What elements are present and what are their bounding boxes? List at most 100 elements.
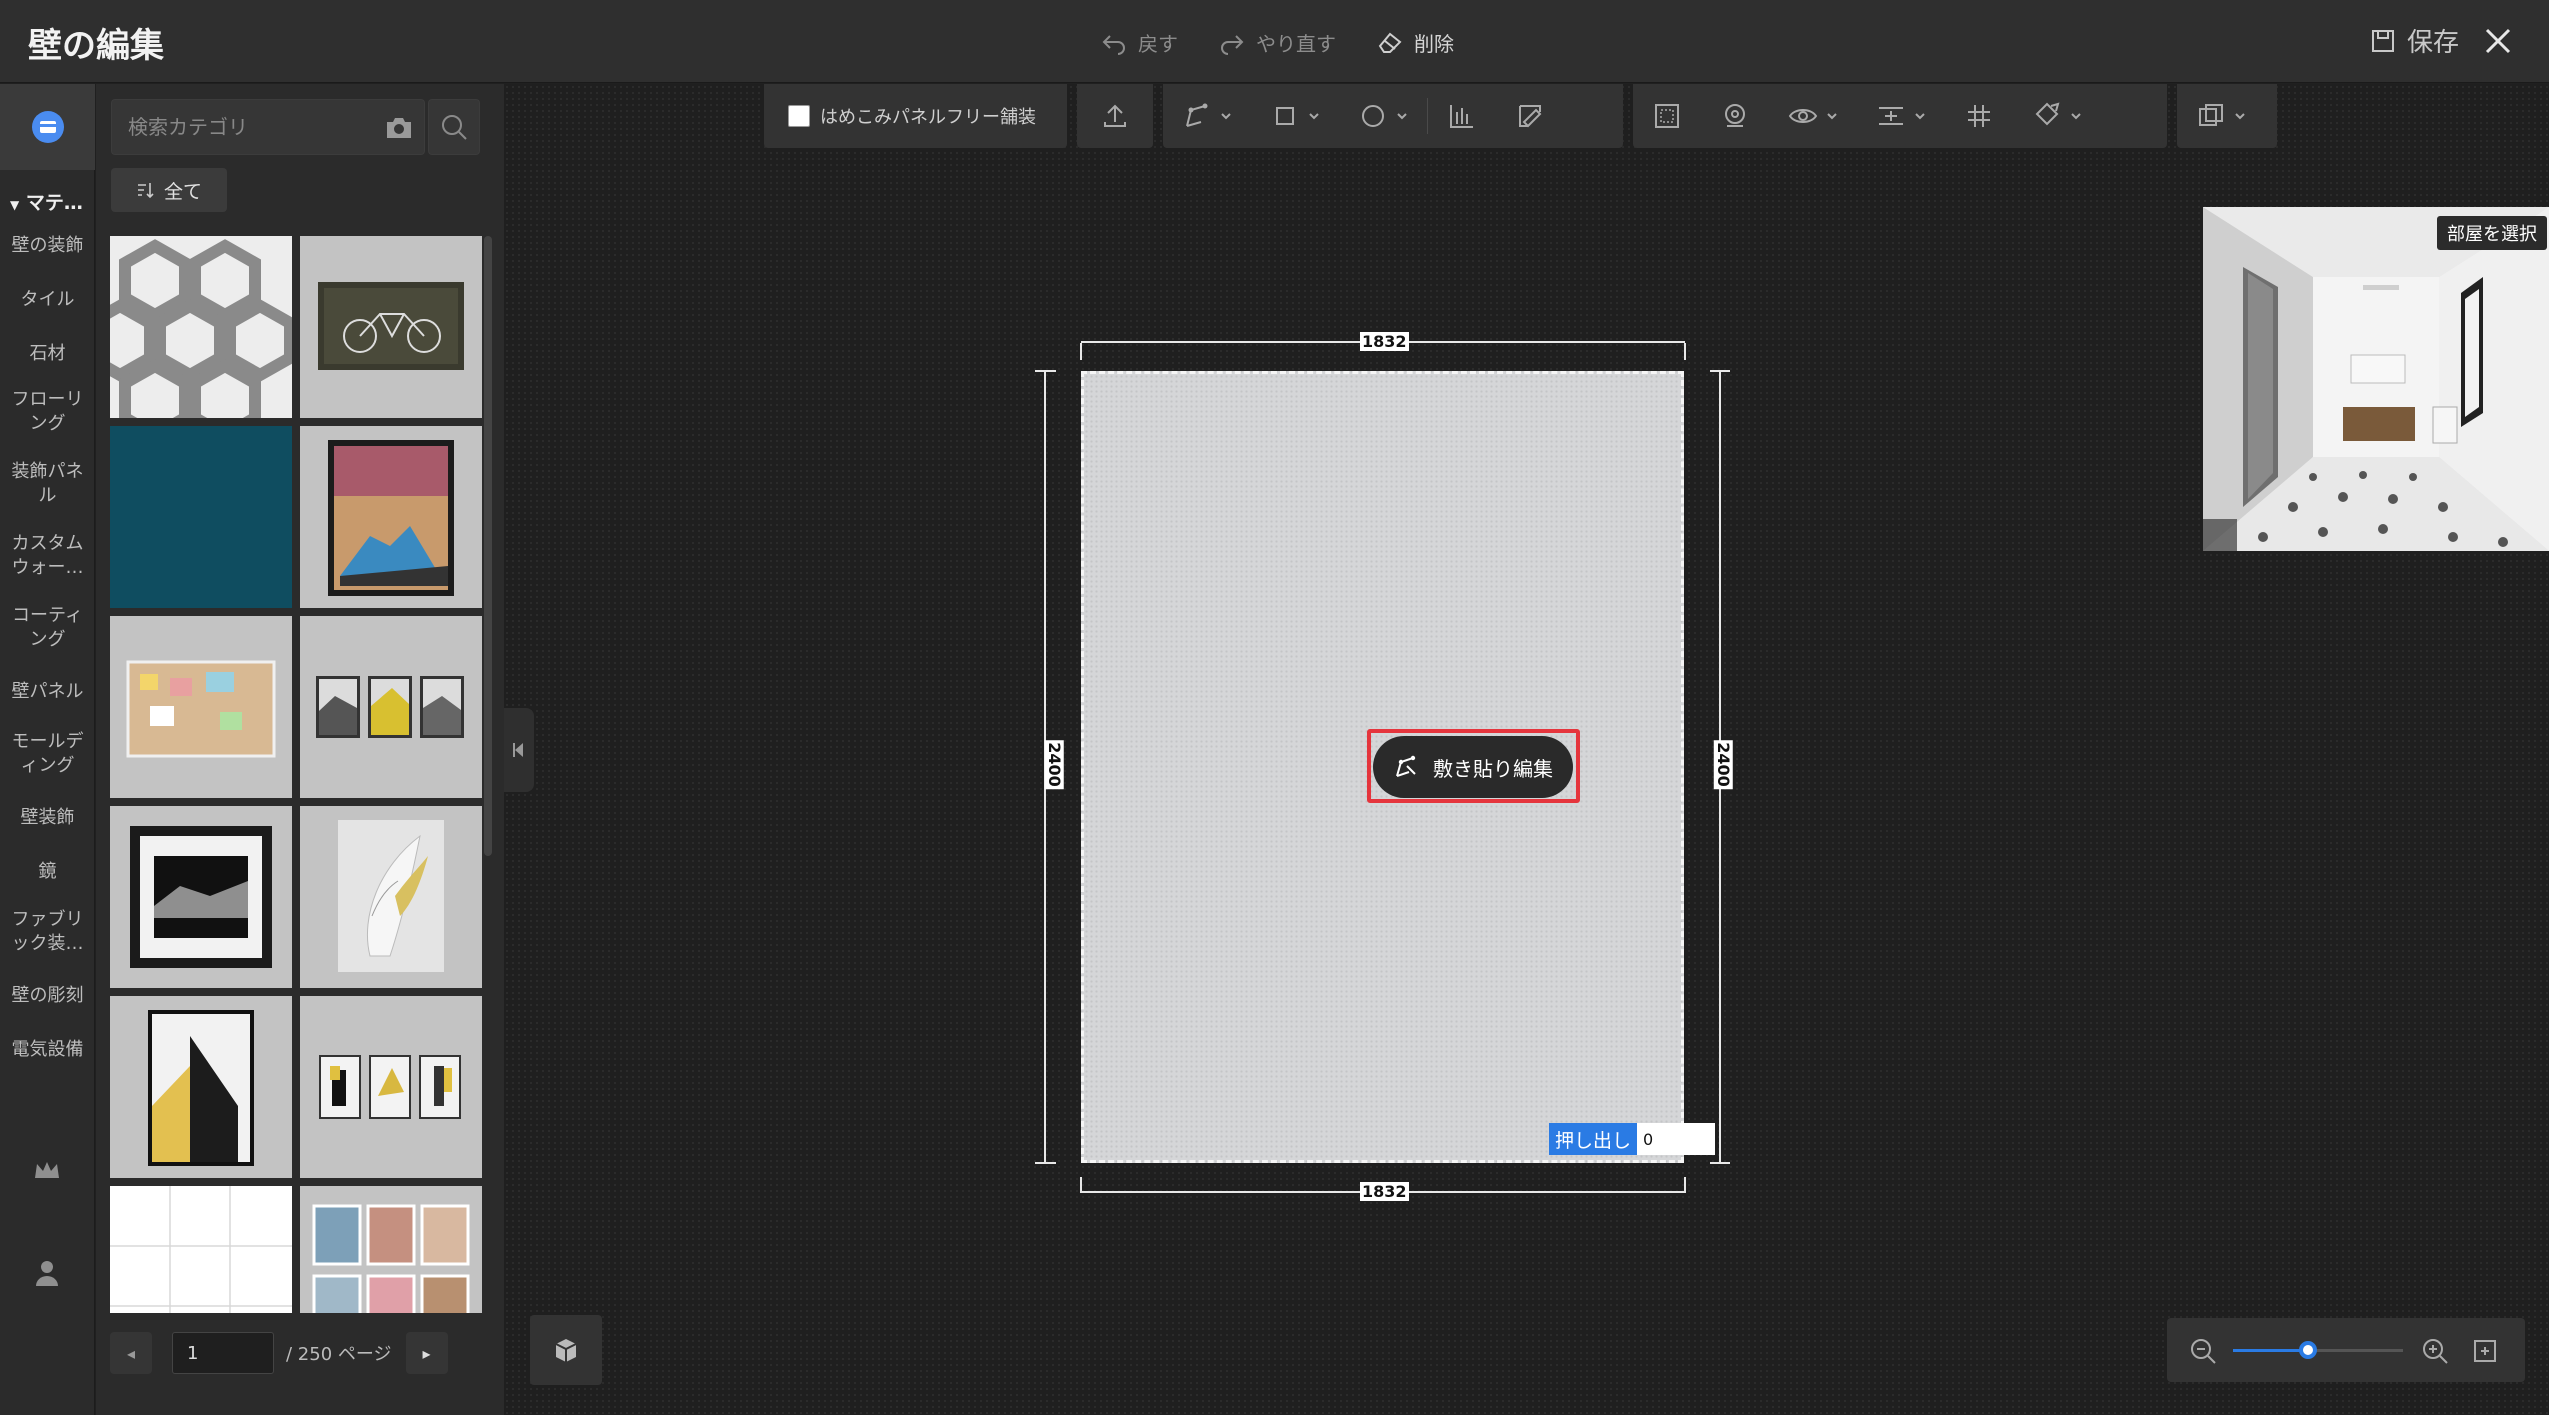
material-library-tab[interactable]: [0, 84, 95, 170]
upload-group: [1077, 84, 1153, 148]
panel-collapse-button[interactable]: [504, 708, 534, 792]
dimension-width-top: 1832: [1360, 332, 1409, 351]
material-tile-feather-art[interactable]: [300, 806, 482, 988]
category-item[interactable]: 電気設備: [0, 1038, 95, 1062]
triptych-landscape-image: [300, 616, 482, 798]
view-tools-group: [1633, 84, 2167, 148]
category-item[interactable]: コーティング: [0, 604, 95, 652]
zoom-slider-thumb[interactable]: [2299, 1341, 2317, 1359]
tile-edit-icon: [1396, 755, 1416, 777]
redo-label: やり直す: [1256, 31, 1336, 56]
tile-edit-label: 敷き貼り編集: [1433, 756, 1553, 781]
category-item[interactable]: 壁の装飾: [0, 234, 95, 258]
room-select-button[interactable]: 部屋を選択: [2437, 216, 2547, 250]
visibility-button[interactable]: [1769, 100, 1857, 132]
zoom-in-icon[interactable]: [2421, 1337, 2449, 1365]
polyline-tool-button[interactable]: [1163, 100, 1251, 132]
category-group-label: マテ…: [25, 192, 83, 214]
align-tool-button[interactable]: [1428, 100, 1496, 132]
chevron-right-icon: ▸: [422, 1343, 431, 1363]
grid-scrollbar[interactable]: [484, 236, 492, 856]
category-item[interactable]: 壁パネル: [0, 680, 95, 704]
material-tile-bicycle-art[interactable]: [300, 236, 482, 418]
material-tile-gold-triptych[interactable]: [300, 996, 482, 1178]
brush-button[interactable]: [2013, 100, 2101, 132]
material-tile-hexagon[interactable]: [110, 236, 292, 418]
camera-icon[interactable]: [384, 114, 414, 142]
black-frame-art-image: [110, 806, 292, 988]
save-label: 保存: [2406, 28, 2459, 58]
category-item[interactable]: 壁の彫刻: [0, 984, 95, 1008]
edit-shape-button[interactable]: [1496, 100, 1564, 132]
page-number-input[interactable]: [172, 1332, 274, 1374]
user-icon[interactable]: [30, 1256, 64, 1290]
material-tile-black-frame-art[interactable]: [110, 806, 292, 988]
search-input[interactable]: [112, 100, 362, 154]
material-tile-teal-fabric[interactable]: [110, 426, 292, 608]
extrude-input[interactable]: [1637, 1123, 1716, 1155]
hexagon-tile-image: [110, 236, 292, 418]
category-item[interactable]: フローリング: [0, 388, 95, 436]
upload-icon[interactable]: [1099, 100, 1131, 132]
pagination: ◂ / 250 ページ ▸: [110, 1329, 490, 1377]
category-item[interactable]: モールディング: [0, 730, 95, 778]
save-button[interactable]: 保存: [2369, 22, 2459, 59]
category-item[interactable]: 装飾パネル: [0, 460, 95, 508]
inlay-checkbox[interactable]: [788, 105, 810, 127]
grid-toggle-button[interactable]: [1945, 100, 2013, 132]
building-art-image: [110, 996, 292, 1178]
zoom-out-icon[interactable]: [2189, 1337, 2217, 1365]
search-button[interactable]: [428, 99, 480, 155]
material-tile-triptych-landscape[interactable]: [300, 616, 482, 798]
collapse-left-icon: [513, 743, 523, 757]
prev-page-button[interactable]: ◂: [110, 1332, 152, 1374]
delete-button[interactable]: 削除: [1376, 22, 1454, 62]
material-panel: 全て: [96, 84, 504, 1415]
category-item[interactable]: 石材: [0, 342, 95, 366]
zoom-track-fill: [2233, 1349, 2308, 1352]
crown-icon[interactable]: [30, 1154, 64, 1188]
room-preview[interactable]: [2203, 207, 2549, 551]
fit-view-icon[interactable]: [2471, 1337, 2499, 1365]
white-grid-image: [110, 1186, 292, 1313]
view-3d-button[interactable]: [530, 1315, 602, 1385]
category-item[interactable]: 壁装飾: [0, 806, 95, 830]
rectangle-tool-button[interactable]: [1251, 100, 1339, 132]
category-item[interactable]: タイル: [0, 288, 95, 312]
tile-edit-button[interactable]: 敷き貼り編集: [1373, 736, 1573, 798]
inlay-checkbox-row[interactable]: はめこみパネルフリー舗装: [764, 103, 1060, 129]
undo-button[interactable]: 戻す: [1100, 22, 1178, 62]
distribute-button[interactable]: [1857, 100, 1945, 132]
extrude-control: 押し出し: [1549, 1123, 1716, 1155]
dimension-width-bottom: 1832: [1360, 1182, 1409, 1201]
category-group-header[interactable]: ▼ マテ…: [10, 188, 83, 215]
align-bottom-icon: [1450, 105, 1473, 128]
undo-label: 戻す: [1138, 31, 1178, 56]
filter-all-button[interactable]: 全て: [111, 168, 227, 212]
material-grid: [110, 236, 482, 1313]
material-tile-collage-art[interactable]: [300, 1186, 482, 1313]
lasso-button[interactable]: [1701, 100, 1769, 132]
chevron-down-icon: [1221, 113, 1231, 120]
layers-button[interactable]: [2177, 100, 2265, 132]
bicycle-art-image: [300, 236, 482, 418]
next-page-button[interactable]: ▸: [405, 1332, 448, 1374]
material-tile-white-grid[interactable]: [110, 1186, 292, 1313]
circle-tool-button[interactable]: [1339, 100, 1427, 132]
filter-all-label: 全て: [163, 180, 202, 203]
dimension-height-right: 2400: [1713, 740, 1733, 789]
zoom-track[interactable]: [2233, 1341, 2403, 1359]
category-item[interactable]: カスタムウォー…: [0, 532, 95, 580]
category-item[interactable]: 鏡: [0, 860, 95, 884]
mountain-art-image: [300, 426, 482, 608]
feather-art-image: [300, 806, 482, 988]
category-item[interactable]: ファブリック装…: [0, 908, 95, 956]
close-icon[interactable]: [2479, 22, 2517, 60]
material-tile-mountain-art[interactable]: [300, 426, 482, 608]
redo-button[interactable]: やり直す: [1218, 22, 1336, 62]
grid-hash-icon: [1968, 105, 1990, 127]
frame-select-button[interactable]: [1633, 100, 1701, 132]
inlay-toggle-group: はめこみパネルフリー舗装: [764, 84, 1067, 148]
material-tile-cork-board[interactable]: [110, 616, 292, 798]
material-tile-building-art[interactable]: [110, 996, 292, 1178]
